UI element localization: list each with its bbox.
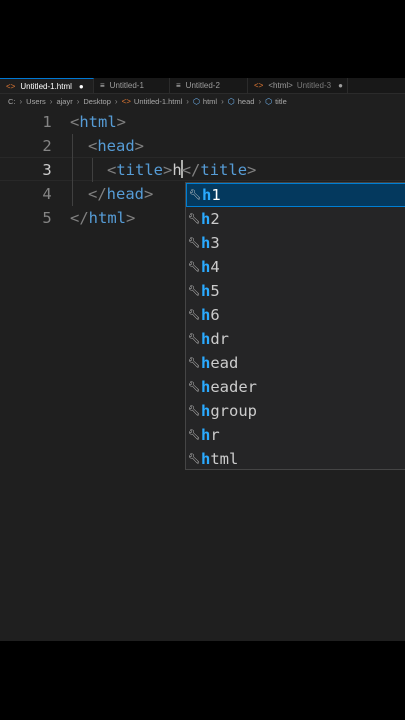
symbol-icon: ⬡ xyxy=(265,97,273,106)
line-number: 2 xyxy=(42,137,52,155)
wrench-icon: 🔧︎ xyxy=(187,213,201,225)
chevron-right-icon: › xyxy=(221,97,224,106)
breadcrumb-item[interactable]: C: xyxy=(8,97,16,106)
suggestion-item[interactable]: 🔧︎ h 6 xyxy=(186,303,405,327)
suggestion-item[interactable]: 🔧︎ h 3 xyxy=(186,231,405,255)
html-file-icon: <> xyxy=(6,81,16,91)
breadcrumb-item: Untitled-1.html xyxy=(133,97,183,106)
unsaved-dot-icon: ● xyxy=(338,81,343,90)
breadcrumb-item: html xyxy=(202,97,218,106)
chevron-right-icon: › xyxy=(76,97,80,106)
tab-untitled-1-html[interactable]: <> Untitled-1.html ● xyxy=(0,78,94,93)
breadcrumb-item[interactable]: Users xyxy=(26,97,46,106)
breadcrumb-item[interactable]: Desktop xyxy=(83,97,111,106)
tab-label: <html> xyxy=(268,81,293,90)
suggestion-item[interactable]: 🔧︎ h 4 xyxy=(186,255,405,279)
wrench-icon: 🔧︎ xyxy=(187,357,201,369)
symbol-icon: ⬡ xyxy=(227,97,235,106)
wrench-icon: 🔧︎ xyxy=(187,405,201,417)
indent-guide xyxy=(92,158,93,182)
wrench-icon: 🔧︎ xyxy=(187,261,201,273)
html-file-icon: <> xyxy=(121,97,131,106)
chevron-right-icon: › xyxy=(49,97,53,106)
suggestion-item[interactable]: 🔧︎ h 5 xyxy=(186,279,405,303)
wrench-icon: 🔧︎ xyxy=(188,189,202,201)
chevron-right-icon: › xyxy=(19,97,23,106)
suggestion-item[interactable]: 🔧︎ h tml xyxy=(186,447,405,471)
code-line: <title>h</title> xyxy=(107,160,257,179)
wrench-icon: 🔧︎ xyxy=(187,285,201,297)
suggestion-item[interactable]: 🔧︎ h 1 xyxy=(186,183,405,207)
suggestion-item[interactable]: 🔧︎ h group xyxy=(186,399,405,423)
wrench-icon: 🔧︎ xyxy=(187,237,201,249)
indent-guide xyxy=(72,134,73,206)
code-line: <head> xyxy=(88,137,145,155)
breadcrumb-symbol[interactable]: ⬡ html xyxy=(193,97,217,106)
breadcrumb-symbol[interactable]: ⬡ title xyxy=(265,97,287,106)
wrench-icon: 🔧︎ xyxy=(187,309,201,321)
breadcrumb: C: › Users › ajayr › Desktop › <> Untitl… xyxy=(0,94,405,109)
suggestion-item[interactable]: 🔧︎ h r xyxy=(186,423,405,447)
html-file-icon: <> xyxy=(254,81,264,90)
suggestion-item[interactable]: 🔧︎ h ead xyxy=(186,351,405,375)
breadcrumb-item: head xyxy=(237,97,255,106)
suggest-widget: 🔧︎ h 1 🔧︎ h 2 🔧︎ h 3 🔧︎ h 4 🔧︎ h 5 🔧︎ h 6 🔧︎ h dr 🔧︎ h e… xyxy=(185,182,405,470)
suggestion-item[interactable]: 🔧︎ h dr xyxy=(186,327,405,351)
breadcrumb-file[interactable]: <> Untitled-1.html xyxy=(122,97,183,106)
line-number: 1 xyxy=(42,113,52,131)
wrench-icon: 🔧︎ xyxy=(187,429,201,441)
editor-window: <> Untitled-1.html ● ≡ Untitled-1 ≡ Unti… xyxy=(0,78,405,641)
symbol-icon: ⬡ xyxy=(192,97,200,106)
wrench-icon: 🔧︎ xyxy=(187,381,201,393)
line-number: 4 xyxy=(42,185,52,203)
code-line: <html> xyxy=(70,113,127,131)
tab-sublabel: Untitled-3 xyxy=(296,81,332,90)
wrench-icon: 🔧︎ xyxy=(187,453,201,465)
tab-bar: <> Untitled-1.html ● ≡ Untitled-1 ≡ Unti… xyxy=(0,78,405,94)
line-number: 3 xyxy=(42,161,52,179)
chevron-right-icon: › xyxy=(114,97,118,106)
suggestion-item[interactable]: 🔧︎ h eader xyxy=(186,375,405,399)
tab-untitled-1[interactable]: ≡ Untitled-1 xyxy=(94,78,170,93)
text-file-icon: ≡ xyxy=(176,81,181,90)
breadcrumb-item: title xyxy=(275,97,287,106)
tab-untitled-2[interactable]: ≡ Untitled-2 xyxy=(170,78,248,93)
chevron-right-icon: › xyxy=(258,97,262,106)
tab-label: Untitled-2 xyxy=(185,81,220,90)
unsaved-dot-icon: ● xyxy=(78,81,84,91)
line-number: 5 xyxy=(42,209,52,227)
tab-label: Untitled-1 xyxy=(109,81,144,90)
tab-untitled-3[interactable]: <> <html> Untitled-3 ● xyxy=(248,78,348,93)
breadcrumb-item[interactable]: ajayr xyxy=(56,97,72,106)
suggestion-item[interactable]: 🔧︎ h 2 xyxy=(186,207,405,231)
code-line: </head> xyxy=(88,185,154,203)
text-file-icon: ≡ xyxy=(100,81,105,90)
breadcrumb-symbol[interactable]: ⬡ head xyxy=(228,97,255,106)
code-line: </html> xyxy=(70,209,136,227)
wrench-icon: 🔧︎ xyxy=(187,333,201,345)
chevron-right-icon: › xyxy=(186,97,189,106)
tab-label: Untitled-1.html xyxy=(20,81,72,91)
